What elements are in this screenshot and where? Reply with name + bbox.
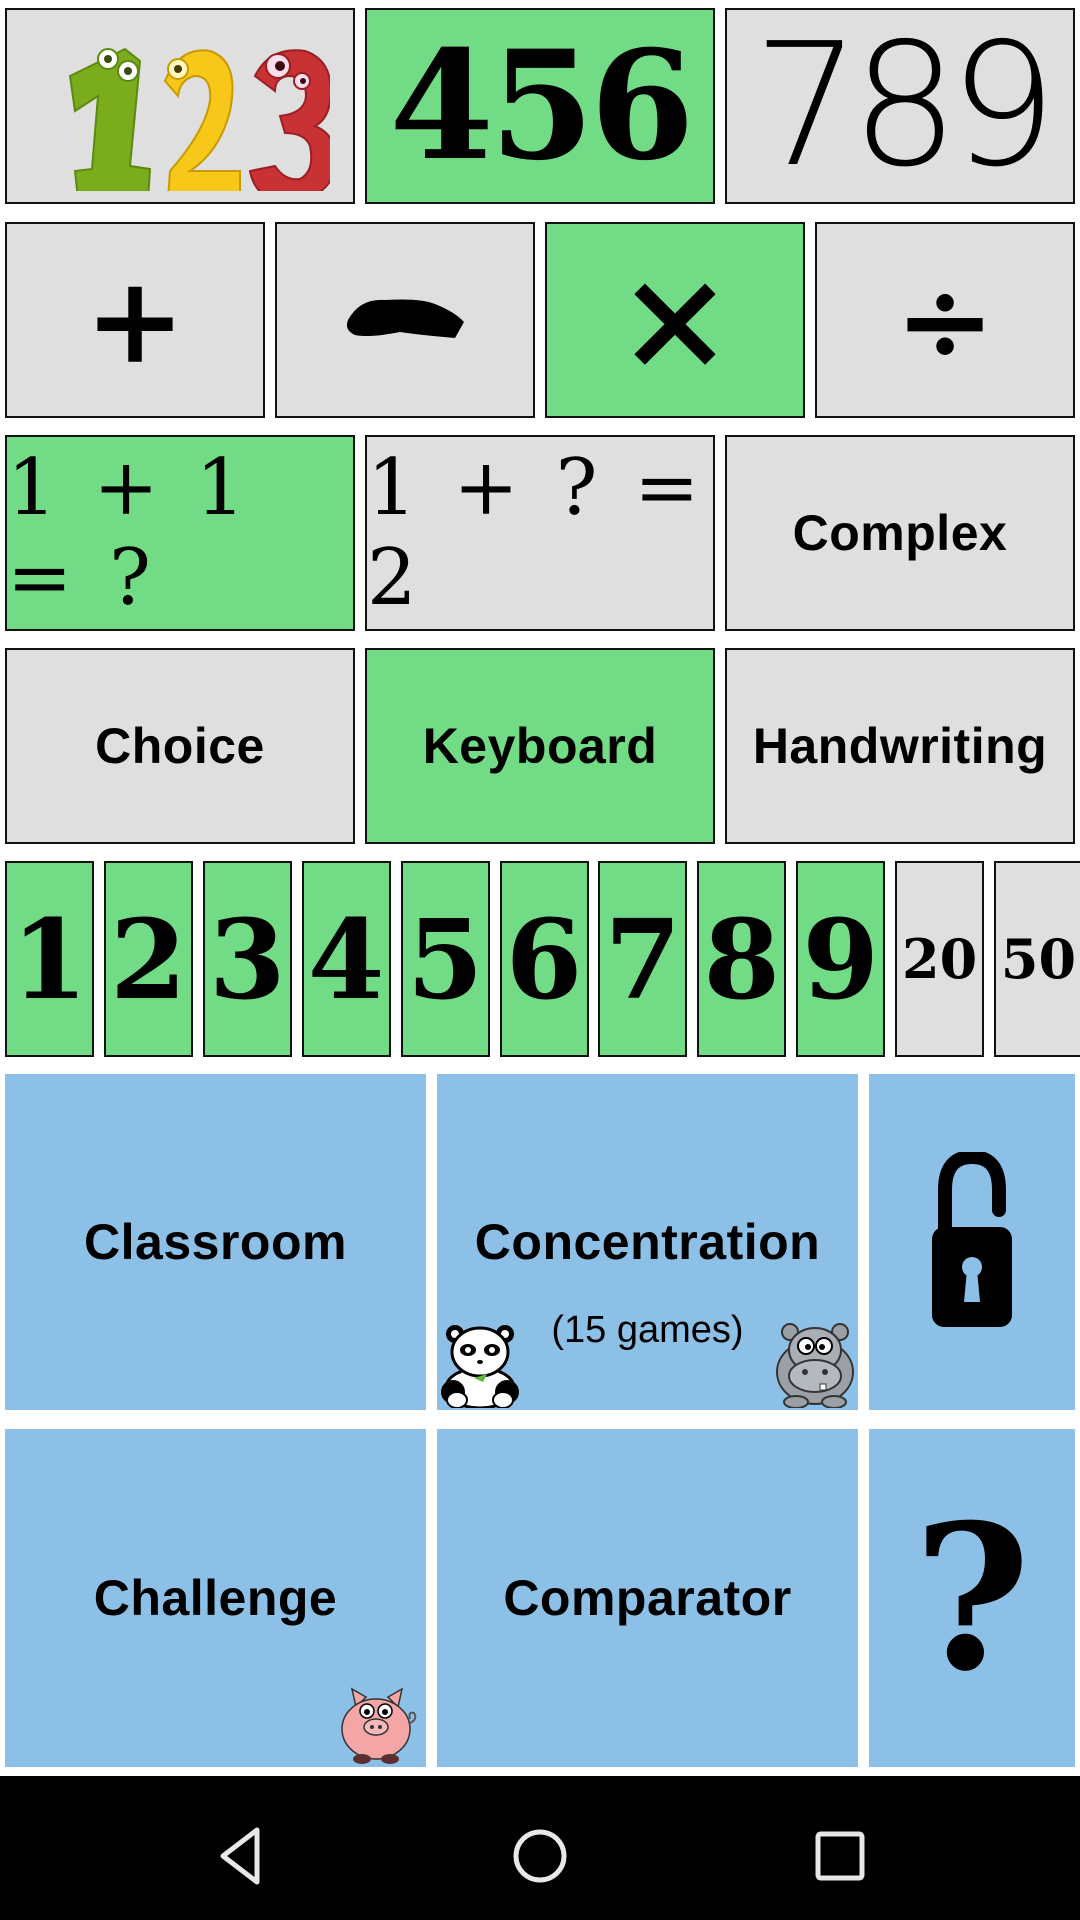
challenge-button[interactable]: Challenge	[5, 1429, 426, 1767]
operation-multiplication-button[interactable]: ×	[545, 222, 805, 418]
cartoon-numbers-icon	[68, 47, 330, 191]
range-456-button[interactable]: 456	[365, 8, 715, 204]
question-type-complex-label: Complex	[792, 505, 1008, 561]
table-9-button[interactable]: 9	[796, 861, 886, 1057]
range-789-label: 789	[752, 8, 1058, 204]
recents-square-icon	[815, 1831, 865, 1881]
table-5-button[interactable]: 5	[400, 861, 490, 1057]
answer-mode-handwriting-label: Handwriting	[752, 718, 1048, 774]
classroom-label: Classroom	[84, 1214, 347, 1270]
back-triangle-icon	[220, 1827, 260, 1885]
back-button[interactable]	[200, 1816, 280, 1896]
table-label: 3	[209, 894, 286, 1024]
table-label: 1	[11, 894, 88, 1024]
pig-icon	[341, 1687, 417, 1764]
plus-icon: +	[84, 249, 186, 391]
table-4-button[interactable]: 4	[301, 861, 391, 1057]
range-456-label: 456	[389, 18, 694, 194]
answer-mode-handwriting-button[interactable]: Handwriting	[725, 648, 1075, 844]
help-button[interactable]: ?	[869, 1429, 1075, 1767]
challenge-label: Challenge	[93, 1570, 338, 1626]
table-label: 6	[505, 894, 583, 1024]
home-circle-icon	[513, 1829, 567, 1883]
question-type-complex-button[interactable]: Complex	[725, 435, 1075, 631]
answer-mode-keyboard-label: Keyboard	[422, 718, 658, 774]
table-1-button[interactable]: 1	[5, 861, 94, 1057]
divide-icon: ÷	[894, 249, 996, 391]
table-label: 5	[406, 894, 484, 1024]
unlocked-padlock-icon	[932, 1152, 1012, 1327]
table-6-button[interactable]: 6	[499, 861, 589, 1057]
operation-addition-button[interactable]: +	[5, 222, 265, 418]
question-mark-icon: ?	[913, 1480, 1031, 1716]
table-label: 8	[703, 894, 781, 1024]
table-label: 20	[902, 927, 978, 991]
concentration-label: Concentration	[474, 1214, 821, 1270]
operation-division-button[interactable]: ÷	[815, 222, 1075, 418]
classroom-button[interactable]: Classroom	[5, 1074, 426, 1410]
answer-mode-keyboard-button[interactable]: Keyboard	[365, 648, 715, 844]
table-label: 7	[604, 894, 682, 1024]
table-8-button[interactable]: 8	[697, 861, 787, 1057]
navigation-bar	[0, 1776, 1080, 1920]
table-2-button[interactable]: 2	[103, 861, 193, 1057]
range-123-button[interactable]	[5, 8, 355, 204]
question-type-operand-button[interactable]: 1 + ? = 2	[365, 435, 715, 631]
question-type-result-label: 1 + 1 = ?	[7, 443, 252, 623]
table-50-button[interactable]: 50	[994, 861, 1080, 1057]
table-label: 4	[307, 894, 385, 1024]
question-type-result-button[interactable]: 1 + 1 = ?	[5, 435, 355, 631]
panda-icon	[441, 1325, 519, 1408]
home-button[interactable]	[500, 1816, 580, 1896]
answer-mode-choice-label: Choice	[95, 718, 265, 774]
minus-icon	[346, 299, 464, 338]
recents-button[interactable]	[800, 1816, 880, 1896]
comparator-label: Comparator	[503, 1570, 792, 1626]
table-20-button[interactable]: 20	[895, 861, 985, 1057]
question-type-operand-label: 1 + ? = 2	[367, 443, 706, 623]
table-label: 50	[1000, 927, 1077, 991]
table-3-button[interactable]: 3	[202, 861, 292, 1057]
table-label: 2	[110, 894, 187, 1024]
answer-mode-choice-button[interactable]: Choice	[5, 648, 355, 844]
concentration-button[interactable]: Concentration (15 games)	[437, 1074, 858, 1410]
table-label: 9	[802, 894, 879, 1024]
hippo-icon	[776, 1323, 854, 1408]
range-789-button[interactable]: 789	[725, 8, 1075, 204]
operation-subtraction-button[interactable]	[275, 222, 535, 418]
unlock-button[interactable]	[869, 1074, 1075, 1410]
comparator-button[interactable]: Comparator	[437, 1429, 858, 1767]
table-7-button[interactable]: 7	[598, 861, 688, 1057]
multiply-icon: ×	[616, 238, 734, 402]
